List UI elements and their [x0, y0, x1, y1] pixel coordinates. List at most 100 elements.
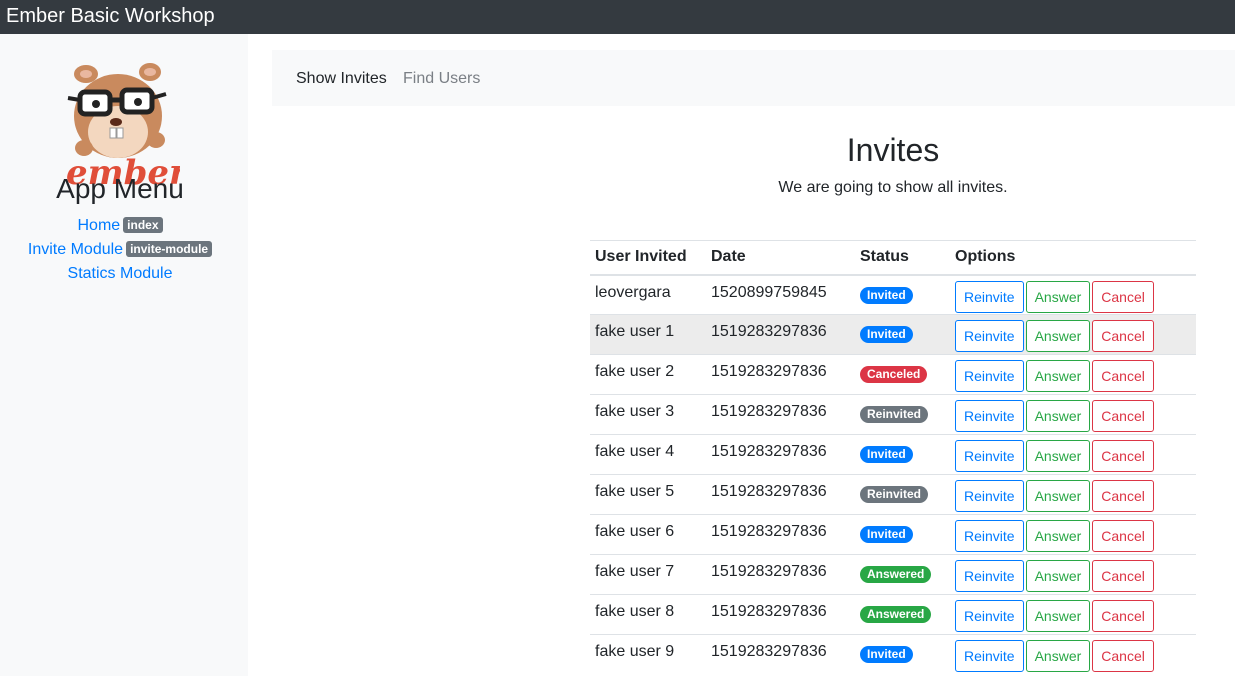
answer-button[interactable]: Answer [1025, 320, 1091, 352]
cell-status: Canceled [855, 354, 950, 395]
cancel-button[interactable]: Cancel [1092, 360, 1154, 392]
sidebar-menu: Home index Invite Module invite-module Sta… [0, 214, 240, 286]
column-header-status: Status [855, 240, 950, 276]
table-row: fake user 9 1519283297836 Invited Reinvite A… [590, 634, 1196, 675]
column-header-options: Options [950, 240, 1196, 276]
cell-user: leovergara [590, 274, 706, 315]
cell-date: 1519283297836 [706, 434, 855, 475]
cell-options: Reinvite Answer Cancel [950, 474, 1196, 515]
answer-button[interactable]: Answer [1025, 640, 1091, 672]
sidebar-item-statics-module: Statics Module [0, 262, 240, 286]
status-badge: Invited [860, 646, 913, 663]
cell-date: 1519283297836 [706, 554, 855, 595]
cancel-button[interactable]: Cancel [1092, 560, 1154, 592]
cell-options: Reinvite Answer Cancel [950, 434, 1196, 475]
cell-status: Invited [855, 634, 950, 675]
cell-date: 1519283297836 [706, 634, 855, 675]
cell-user: fake user 7 [590, 554, 706, 595]
cell-status: Invited [855, 274, 950, 315]
reinvite-button[interactable]: Reinvite [955, 400, 1024, 432]
table-row: fake user 5 1519283297836 Reinvited Reinvit… [590, 474, 1196, 515]
answer-button[interactable]: Answer [1025, 280, 1091, 313]
table-row: fake user 6 1519283297836 Invited Reinvite A… [590, 514, 1196, 555]
answer-button[interactable]: Answer [1025, 560, 1091, 592]
sidebar-link-statics-module[interactable]: Statics Module [68, 265, 173, 282]
sidebar-link-invite-module[interactable]: Invite Module [28, 241, 123, 258]
cell-status: Answered [855, 594, 950, 635]
cell-date: 1519283297836 [706, 394, 855, 435]
cell-user: fake user 4 [590, 434, 706, 475]
cell-status: Answered [855, 554, 950, 595]
app-brand[interactable]: Ember Basic Workshop [6, 4, 215, 28]
cell-user: fake user 6 [590, 514, 706, 555]
cell-options: Reinvite Answer Cancel [950, 314, 1196, 355]
sidebar-item-invite-module: Invite Module invite-module [0, 238, 240, 262]
cell-date: 1519283297836 [706, 594, 855, 635]
tab-show-invites[interactable]: Show Invites [296, 69, 387, 89]
cell-date: 1519283297836 [706, 354, 855, 395]
reinvite-button[interactable]: Reinvite [955, 280, 1024, 313]
table-row: fake user 3 1519283297836 Reinvited Reinvit… [590, 394, 1196, 435]
column-header-date: Date [706, 240, 855, 276]
cell-options: Reinvite Answer Cancel [950, 274, 1196, 315]
top-navbar: Ember Basic Workshop [0, 0, 1235, 34]
route-badge: invite-module [126, 241, 213, 257]
reinvite-button[interactable]: Reinvite [955, 640, 1024, 672]
sidebar-item-home: Home index [0, 214, 240, 238]
cell-date: 1519283297836 [706, 314, 855, 355]
column-header-user: User Invited [590, 240, 706, 276]
cell-date: 1520899759845 [706, 274, 855, 315]
cell-date: 1519283297836 [706, 514, 855, 555]
cancel-button[interactable]: Cancel [1092, 640, 1154, 672]
cell-status: Reinvited [855, 474, 950, 515]
cell-status: Reinvited [855, 394, 950, 435]
cell-user: fake user 2 [590, 354, 706, 395]
answer-button[interactable]: Answer [1025, 360, 1091, 392]
sidebar-link-home[interactable]: Home [77, 217, 120, 234]
reinvite-button[interactable]: Reinvite [955, 360, 1024, 392]
answer-button[interactable]: Answer [1025, 480, 1091, 512]
sidebar-title: App Menu [56, 173, 184, 204]
cell-user: fake user 9 [590, 634, 706, 675]
answer-button[interactable]: Answer [1025, 400, 1091, 432]
status-badge: Invited [860, 286, 913, 304]
table-row: fake user 4 1519283297836 Invited Reinvite A… [590, 434, 1196, 475]
cell-options: Reinvite Answer Cancel [950, 514, 1196, 555]
page-title: Invites [846, 132, 940, 168]
answer-button[interactable]: Answer [1025, 520, 1091, 552]
status-badge: Answered [860, 606, 932, 623]
reinvite-button[interactable]: Reinvite [955, 600, 1024, 632]
cancel-button[interactable]: Cancel [1092, 520, 1154, 552]
answer-button[interactable]: Answer [1025, 440, 1091, 472]
reinvite-button[interactable]: Reinvite [955, 560, 1024, 592]
status-badge: Answered [860, 566, 932, 583]
sidebar: ember App Menu Home index Invite Module in… [0, 34, 248, 676]
cell-options: Reinvite Answer Cancel [950, 354, 1196, 395]
status-badge: Invited [860, 326, 913, 343]
cell-user: fake user 5 [590, 474, 706, 515]
reinvite-button[interactable]: Reinvite [955, 320, 1024, 352]
reinvite-button[interactable]: Reinvite [955, 520, 1024, 552]
cell-status: Invited [855, 434, 950, 475]
cancel-button[interactable]: Cancel [1092, 440, 1154, 472]
tab-find-users[interactable]: Find Users [403, 69, 480, 89]
invites-table: User Invited Date Status Options leoverg… [590, 240, 1196, 675]
cell-status: Invited [855, 514, 950, 555]
cancel-button[interactable]: Cancel [1092, 280, 1154, 313]
answer-button[interactable]: Answer [1025, 600, 1091, 632]
table-row: fake user 7 1519283297836 Answered Reinvite… [590, 554, 1196, 595]
reinvite-button[interactable]: Reinvite [955, 440, 1024, 472]
status-badge: Canceled [860, 366, 928, 383]
cancel-button[interactable]: Cancel [1092, 600, 1154, 632]
cell-options: Reinvite Answer Cancel [950, 394, 1196, 435]
status-badge: Invited [860, 526, 913, 543]
reinvite-button[interactable]: Reinvite [955, 480, 1024, 512]
table-row: fake user 2 1519283297836 Canceled Reinvite… [590, 354, 1196, 395]
cell-options: Reinvite Answer Cancel [950, 554, 1196, 595]
cell-user: fake user 8 [590, 594, 706, 635]
status-badge: Invited [860, 446, 913, 463]
cancel-button[interactable]: Cancel [1092, 400, 1154, 432]
cancel-button[interactable]: Cancel [1092, 320, 1154, 352]
cell-user: fake user 1 [590, 314, 706, 355]
cancel-button[interactable]: Cancel [1092, 480, 1154, 512]
